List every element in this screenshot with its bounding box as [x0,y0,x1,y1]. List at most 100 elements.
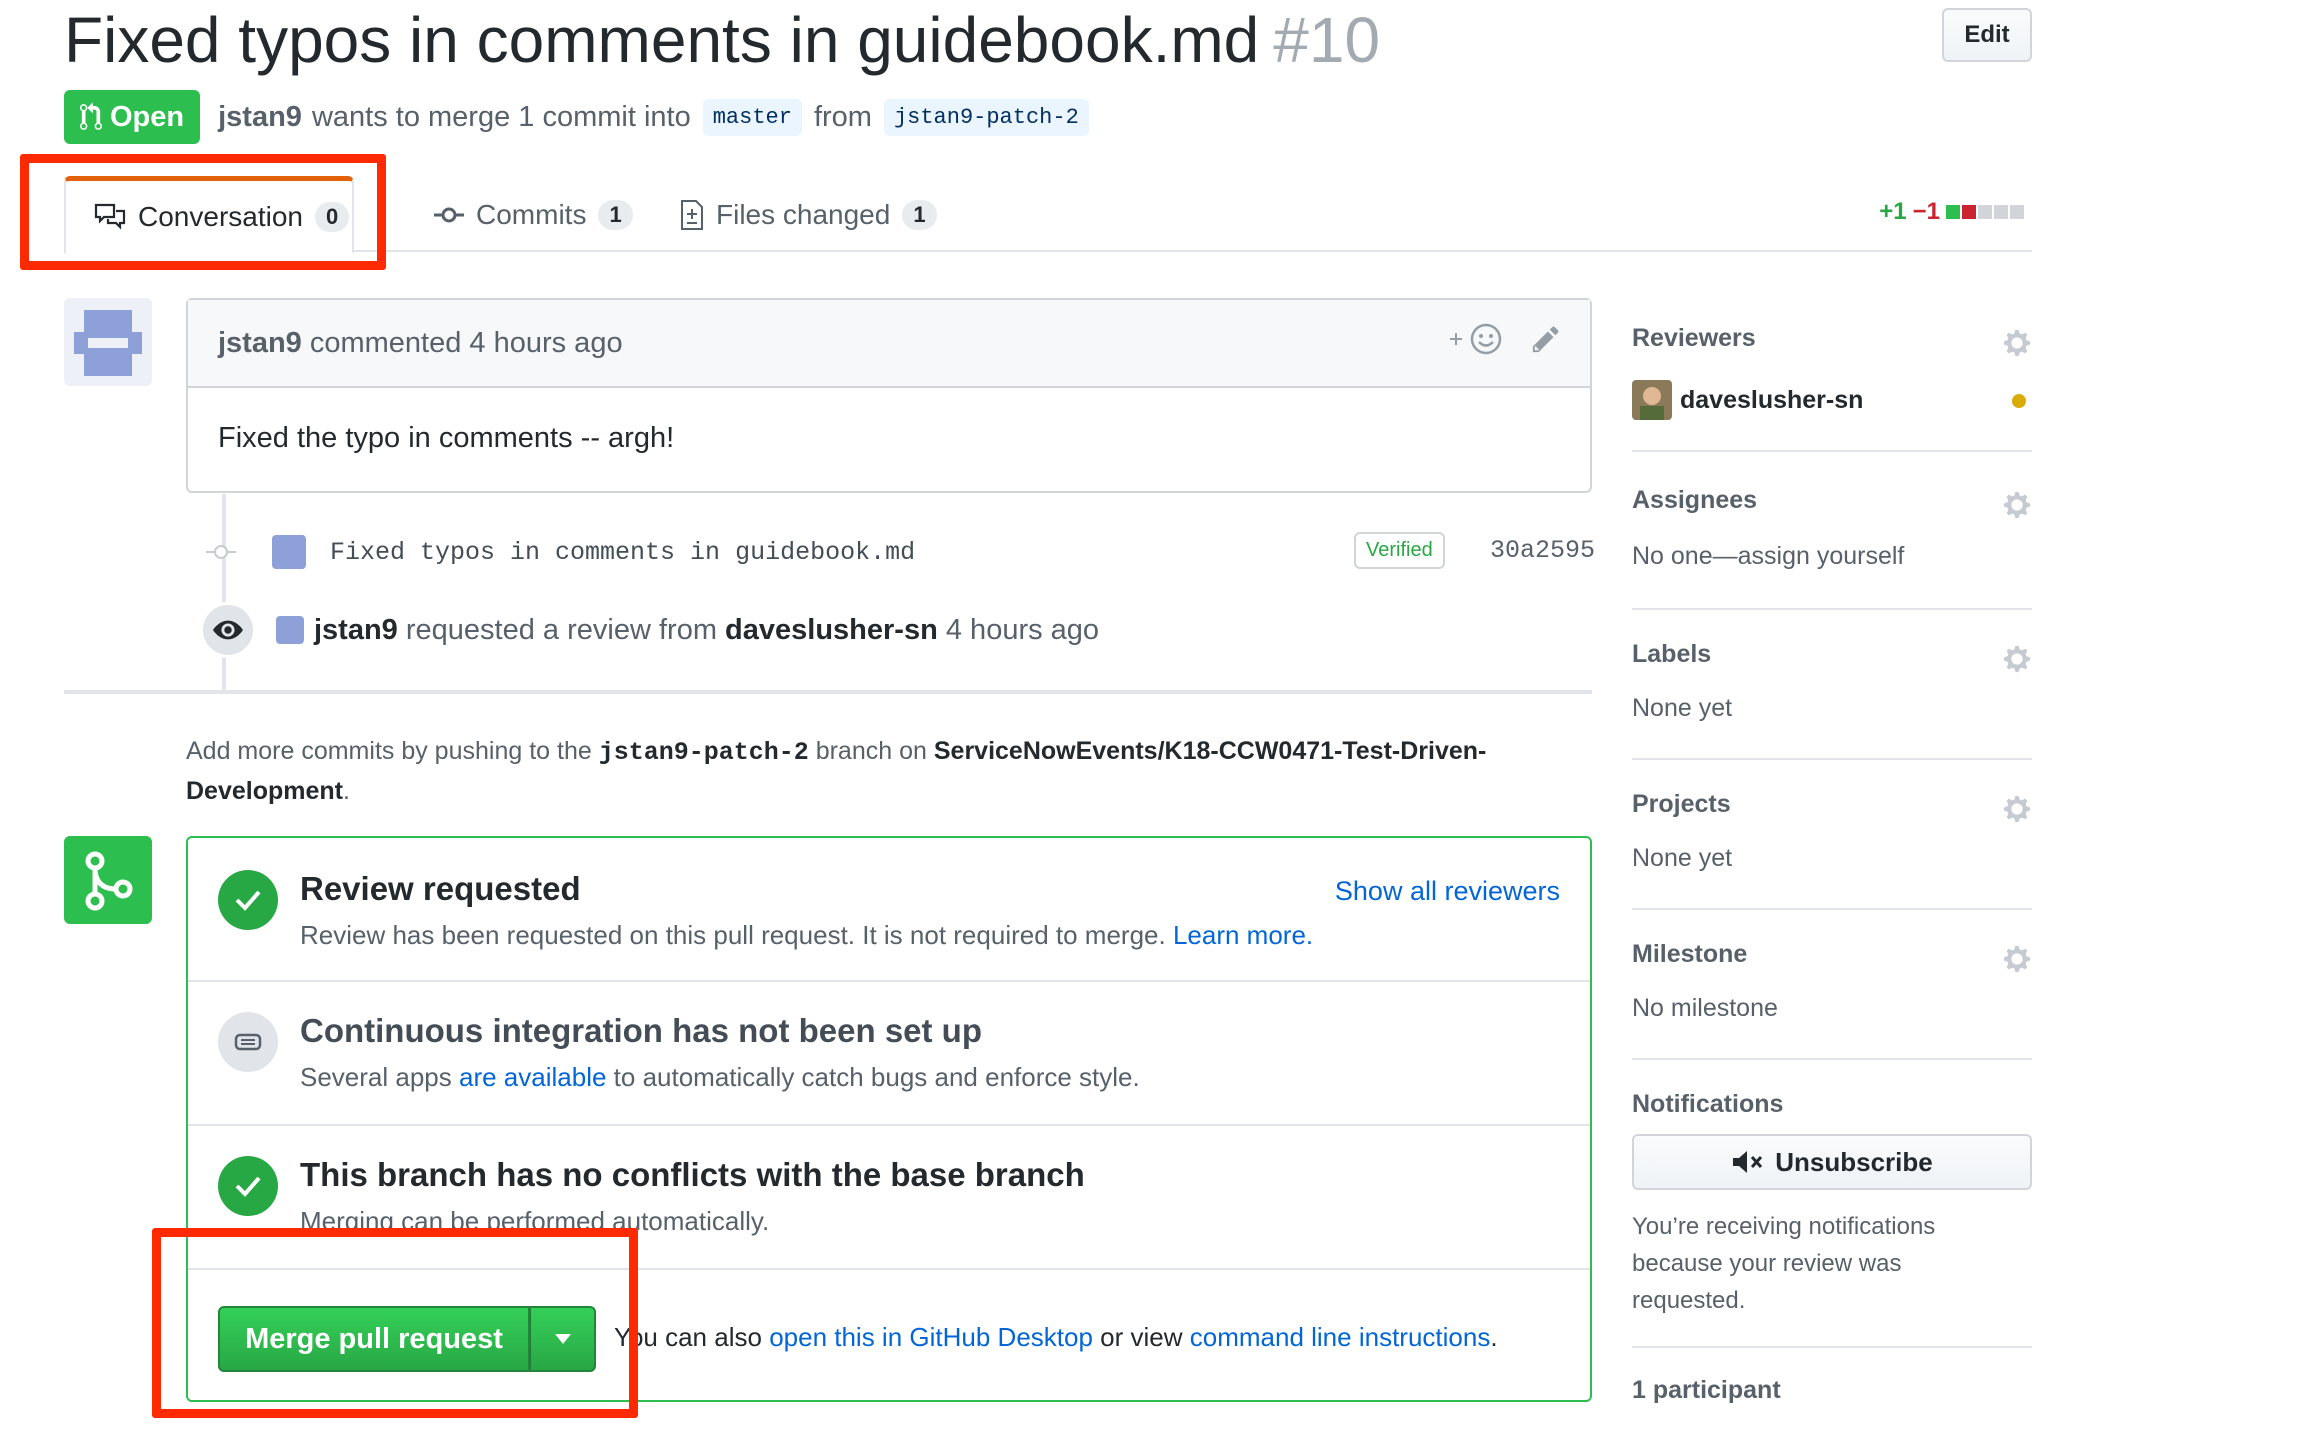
reviewer-entry[interactable]: daveslusher-sn [1632,380,1863,420]
unsubscribe-button[interactable]: Unsubscribe [1632,1134,2032,1190]
sidebar-milestone: Milestone No milestone [1632,910,2032,1060]
assignees-value[interactable]: No one—assign yourself [1632,542,1904,571]
comment-author[interactable]: jstan9 [218,327,302,360]
sidebar-labels: Labels None yet [1632,610,2032,760]
learn-more-link[interactable]: Learn more. [1173,920,1313,950]
review-time[interactable]: 4 hours ago [946,614,1099,647]
pr-title: Fixed typos in comments in guidebook.md [64,4,1260,76]
comment-actions [1448,322,1560,364]
gear-icon[interactable] [2002,490,2032,520]
actor-avatar[interactable] [276,616,304,644]
merge-alternatives: You can also open this in GitHub Desktop… [614,1322,1498,1353]
merge-status-icon [64,836,152,924]
commit-dot-icon [206,545,236,559]
gear-icon[interactable] [2002,944,2032,974]
notifications-reason-line2: because your review was [1632,1250,1902,1277]
comment-body: Fixed the typo in comments -- argh! [218,422,675,454]
annotation-highlight-conversation [20,154,386,270]
unsubscribe-label: Unsubscribe [1775,1146,1933,1177]
ci-status-section: Continuous integration has not been set … [188,982,1590,1126]
author-avatar[interactable] [64,298,152,386]
review-status-desc: Review has been requested on this pull r… [300,920,1313,951]
ci-status-title: Continuous integration has not been set … [300,1012,982,1049]
identicon-icon [74,310,142,376]
reviewer-name: daveslusher-sn [1680,385,1864,414]
add-reaction-icon[interactable] [1448,322,1506,364]
base-branch[interactable]: master [702,98,802,136]
pr-author-link[interactable]: jstan9 [218,101,302,134]
sidebar-notifications: Notifications Unsubscribe You’re receivi… [1632,1060,2032,1348]
state-label: Open [110,100,185,133]
labels-value: None yet [1632,694,1733,722]
ci-status-desc: Several apps are available to automatica… [300,1062,1140,1093]
command-line-instructions-link[interactable]: command line instructions [1190,1322,1491,1352]
timeline-line [222,494,226,690]
pending-review-dot [2012,394,2026,408]
diffstat-bar [1946,205,2024,219]
milestone-heading[interactable]: Milestone [1632,940,1747,969]
commit-icon [434,207,464,223]
sidebar-projects: Projects None yet [1632,760,2032,910]
apps-available-link[interactable]: are available [459,1062,606,1092]
show-all-reviewers-link[interactable]: Show all reviewers [1335,876,1560,907]
labels-heading[interactable]: Labels [1632,640,1711,669]
timeline-separator [64,690,1592,694]
commit-message[interactable]: Fixed typos in comments in guidebook.md [330,538,915,567]
gear-icon[interactable] [2002,644,2032,674]
assignees-heading[interactable]: Assignees [1632,486,1757,515]
file-diff-icon [681,200,703,230]
tab-files-changed[interactable]: Files changed 1 [680,176,937,254]
open-in-desktop-link[interactable]: open this in GitHub Desktop [769,1322,1093,1352]
git-merge-icon [85,851,133,911]
tab-commits-label: Commits [476,199,587,230]
comment-timestamp[interactable]: commented 4 hours ago [310,327,623,360]
diffstat-deletions: −1 [1912,198,1940,225]
comment-box: jstan9 commented 4 hours ago Fixed the t… [186,298,1592,493]
commit-sha[interactable]: 30a2595 [1490,536,1595,565]
push-hint-prefix: Add more commits by pushing to the [186,737,592,765]
verified-badge[interactable]: Verified [1354,532,1445,569]
notifications-reason: You’re receiving notifications because y… [1632,1208,1935,1319]
ci-prefix: Several apps [300,1062,452,1092]
push-hint-suffix: . [342,777,350,805]
push-hint: Add more commits by pushing to the jstan… [186,732,1606,810]
review-reviewer[interactable]: daveslusher-sn [725,614,938,647]
tab-commits-count: 1 [598,200,633,230]
timeline-review-request: jstan9 requested a review from daveslush… [200,600,1099,660]
tab-files-count: 1 [902,200,937,230]
check-circle-icon [218,870,278,930]
review-text: requested a review from [405,613,717,646]
review-status-title: Review requested [300,870,581,907]
edit-button[interactable]: Edit [1942,8,2032,62]
diffstat-additions: +1 [1879,198,1907,225]
sidebar-assignees: Assignees No one—assign yourself [1632,452,2032,610]
sidebar-reviewers: Reviewers daveslusher-sn [1632,318,2032,452]
conflict-status-title: This branch has no conflicts with the ba… [300,1156,1085,1193]
from-text: from [813,100,872,133]
mute-icon [1733,1151,1763,1173]
push-hint-middle: branch on [815,737,927,765]
tab-commits[interactable]: Commits 1 [434,176,633,254]
head-branch[interactable]: jstan9-patch-2 [883,98,1089,136]
review-actor[interactable]: jstan9 [314,614,398,647]
projects-value: None yet [1632,844,1733,872]
gear-icon[interactable] [2002,794,2032,824]
reviewer-avatar [1632,380,1672,420]
projects-heading[interactable]: Projects [1632,790,1731,819]
integration-icon [218,1012,278,1072]
notifications-reason-line3: requested. [1632,1287,1746,1314]
pull-request-icon [80,102,102,130]
notifications-reason-line1: You’re receiving notifications [1632,1213,1936,1240]
pr-title-row: Fixed typos in comments in guidebook.md … [64,0,1380,80]
reviewers-heading[interactable]: Reviewers [1632,324,1756,353]
alt-mid: or view [1100,1322,1183,1352]
pr-number: #10 [1273,4,1381,76]
check-circle-icon [218,1156,278,1216]
edit-pencil-icon[interactable] [1532,324,1560,362]
commit-author-avatar[interactable] [272,535,306,569]
push-hint-branch: jstan9-patch-2 [598,738,809,767]
alt-suffix: . [1490,1322,1498,1352]
state-badge: Open [64,90,201,144]
tab-files-label: Files changed [716,199,891,230]
gear-icon[interactable] [2002,328,2032,358]
